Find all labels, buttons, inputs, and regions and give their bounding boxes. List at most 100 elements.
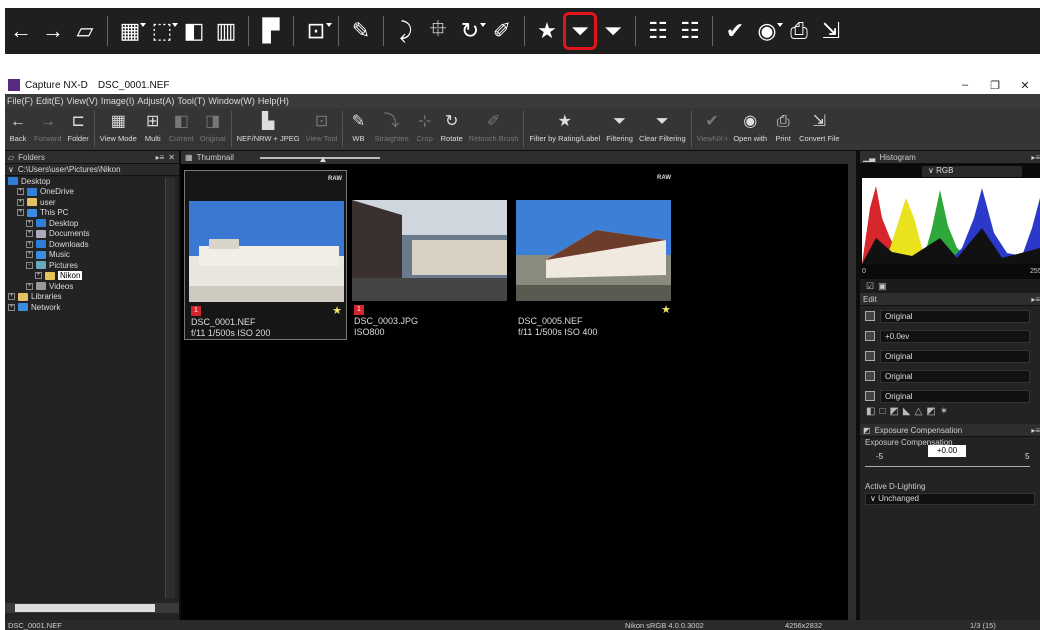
star-icon[interactable]: ★ <box>531 14 563 48</box>
toolbar-button-13[interactable]: ✐ Retouch Brush <box>466 108 522 143</box>
straighten-icon[interactable]: ⤸ <box>390 14 422 48</box>
menu-image[interactable]: Image(I) <box>101 96 135 106</box>
tree-item[interactable]: Desktop <box>5 176 179 187</box>
tree-item[interactable]: + OneDrive <box>5 187 179 198</box>
toolbar-button-9[interactable]: ✎ WB <box>345 108 371 143</box>
panel-menu-icon[interactable]: ▸≡ <box>1031 426 1040 435</box>
tree-item[interactable]: + Nikon <box>5 271 179 282</box>
info-tab-icon[interactable]: ▣ <box>878 281 887 292</box>
retouch-brush-icon[interactable]: ✐ <box>486 14 518 48</box>
toolbar-button-20[interactable]: ⇲ Convert File <box>796 108 842 143</box>
minimize-icon[interactable]: – <box>950 79 980 91</box>
close-icon[interactable]: ✕ <box>1010 79 1040 92</box>
toolbar-button-5[interactable]: ◧ Current <box>166 108 197 143</box>
toolbar-button-1[interactable]: → Forward <box>31 108 65 143</box>
channel-dropdown[interactable]: ∨ RGB <box>922 166 1022 177</box>
toolbar-button-19[interactable]: ⎙ Print <box>770 108 796 143</box>
expand-icon[interactable]: + <box>17 209 24 217</box>
exposure-slider[interactable] <box>865 466 1030 467</box>
multi-view-icon[interactable]: ⬚ <box>146 14 178 48</box>
white-balance-icon[interactable]: ✎ <box>345 14 377 48</box>
edit-tab-icon[interactable]: ☑ <box>866 281 874 292</box>
tree-item[interactable]: + Downloads <box>5 239 179 250</box>
toolbar-button-16[interactable]: ⏷ Clear Filtering <box>636 108 689 143</box>
tree-item[interactable]: + This PC <box>5 208 179 219</box>
toolbar-button-6[interactable]: ◨ Original <box>197 108 229 143</box>
thumbnail-size-slider[interactable] <box>259 156 380 162</box>
toolbar-button-17[interactable]: ✔ ViewNX-i <box>694 108 731 143</box>
thumbnail-card[interactable]: RAW ★ DSC_0005.NEF f/11 1/500s ISO 400 <box>512 170 675 340</box>
panel-menu-icon[interactable]: ▸≡ <box>1031 153 1040 162</box>
tree-item[interactable]: + Network <box>5 302 179 313</box>
tree-item[interactable]: + Videos <box>5 281 179 292</box>
tree-item[interactable]: + Documents <box>5 229 179 240</box>
print-icon[interactable]: ⎙ <box>783 14 815 48</box>
toolbar-button-3[interactable]: ▦ View Mode <box>97 108 140 143</box>
panel-menu-icon[interactable]: ▸≡ <box>156 153 165 162</box>
export-list-icon[interactable]: ☷ <box>642 14 674 48</box>
export-clear-icon[interactable]: ☷ <box>674 14 706 48</box>
exposure-value-field[interactable]: +0.00 <box>928 445 966 457</box>
edit-dropdown[interactable]: Original <box>880 309 1030 323</box>
expand-icon[interactable]: + <box>26 282 33 290</box>
edit-dropdown[interactable]: Original <box>880 369 1030 383</box>
tree-item[interactable]: - Pictures <box>5 260 179 271</box>
thumbnail-card[interactable]: 1 DSC_0003.JPG ISO800 <box>348 170 511 340</box>
menu-file[interactable]: File(F) <box>7 96 33 106</box>
toolbar-button-8[interactable]: ⊡ View Tool <box>303 108 341 143</box>
edit-dropdown[interactable]: +0.0ev <box>880 329 1030 343</box>
rotate-icon[interactable]: ↻ <box>454 14 486 48</box>
viewnx-icon[interactable]: ✔ <box>719 14 751 48</box>
close-icon[interactable]: ✕ <box>168 153 175 162</box>
expand-icon[interactable]: - <box>26 261 33 269</box>
toolbar-button-0[interactable]: ← Back <box>5 108 31 143</box>
expand-icon[interactable]: + <box>26 219 33 227</box>
expand-icon[interactable]: + <box>35 272 42 280</box>
view-tool-icon[interactable]: ⊡ <box>300 14 332 48</box>
expand-icon[interactable]: + <box>26 230 33 238</box>
edit-dropdown[interactable]: Original <box>880 389 1030 403</box>
tree-item[interactable]: + Music <box>5 250 179 261</box>
grid-view-icon[interactable]: ▦ <box>114 14 146 48</box>
current-original-icon[interactable]: ▥ <box>210 14 242 48</box>
expand-icon[interactable]: + <box>8 303 15 311</box>
expand-icon[interactable]: + <box>26 240 33 248</box>
expand-icon[interactable]: + <box>8 293 15 301</box>
horizontal-scrollbar[interactable] <box>5 603 179 613</box>
expand-icon[interactable]: + <box>17 188 24 196</box>
menu-view[interactable]: View(V) <box>67 96 98 106</box>
crop-icon[interactable]: ⯐ <box>422 14 454 48</box>
toolbar-button-18[interactable]: ◉ Open with <box>730 108 770 143</box>
open-with-app-icon[interactable]: ◉ <box>751 14 783 48</box>
toolbar-button-15[interactable]: ⏷ Filtering <box>603 108 636 143</box>
tree-item[interactable]: + Desktop <box>5 218 179 229</box>
toolbar-button-11[interactable]: ⊹ Crop <box>412 108 438 143</box>
menu-edit[interactable]: Edit(E) <box>36 96 64 106</box>
scrollbar-thumb[interactable] <box>15 604 155 612</box>
back-arrow-icon[interactable]: ← <box>5 14 37 48</box>
menu-help[interactable]: Help(H) <box>258 96 289 106</box>
toolbar-button-14[interactable]: ★ Filter by Rating/Label <box>526 108 603 143</box>
clear-filter-icon[interactable]: ⏷ <box>597 14 629 48</box>
forward-arrow-icon[interactable]: → <box>37 14 69 48</box>
toolbar-button-7[interactable]: ▙ NEF/NRW + JPEG <box>234 108 303 143</box>
convert-icon[interactable]: ⇲ <box>815 14 847 48</box>
edit-dropdown[interactable]: Original <box>880 349 1030 363</box>
vertical-scrollbar[interactable] <box>848 164 856 620</box>
panel-menu-icon[interactable]: ▸≡ <box>1031 295 1040 304</box>
nef-jpeg-icon[interactable]: ▛ <box>255 14 287 48</box>
toolbar-button-2[interactable]: ⊏ Folder <box>65 108 92 143</box>
folder-icon[interactable]: ▱ <box>69 14 101 48</box>
restore-icon[interactable]: ❐ <box>980 79 1010 92</box>
expand-icon[interactable]: + <box>17 198 24 206</box>
compare-icon[interactable]: ◧ <box>178 14 210 48</box>
toolbar-button-12[interactable]: ↻ Rotate <box>438 108 466 143</box>
adl-dropdown[interactable]: ∨ Unchanged <box>865 493 1035 505</box>
expand-icon[interactable]: + <box>26 251 33 259</box>
filter-icon[interactable]: ⏷ <box>563 12 597 50</box>
toolbar-button-10[interactable]: ⤵ Straighten <box>371 108 411 143</box>
menu-tool[interactable]: Tool(T) <box>177 96 205 106</box>
path-dropdown[interactable]: ∨ C:\Users\user\Pictures\Nikon <box>5 164 179 176</box>
tree-item[interactable]: + user <box>5 197 179 208</box>
menu-adjust[interactable]: Adjust(A) <box>137 96 174 106</box>
